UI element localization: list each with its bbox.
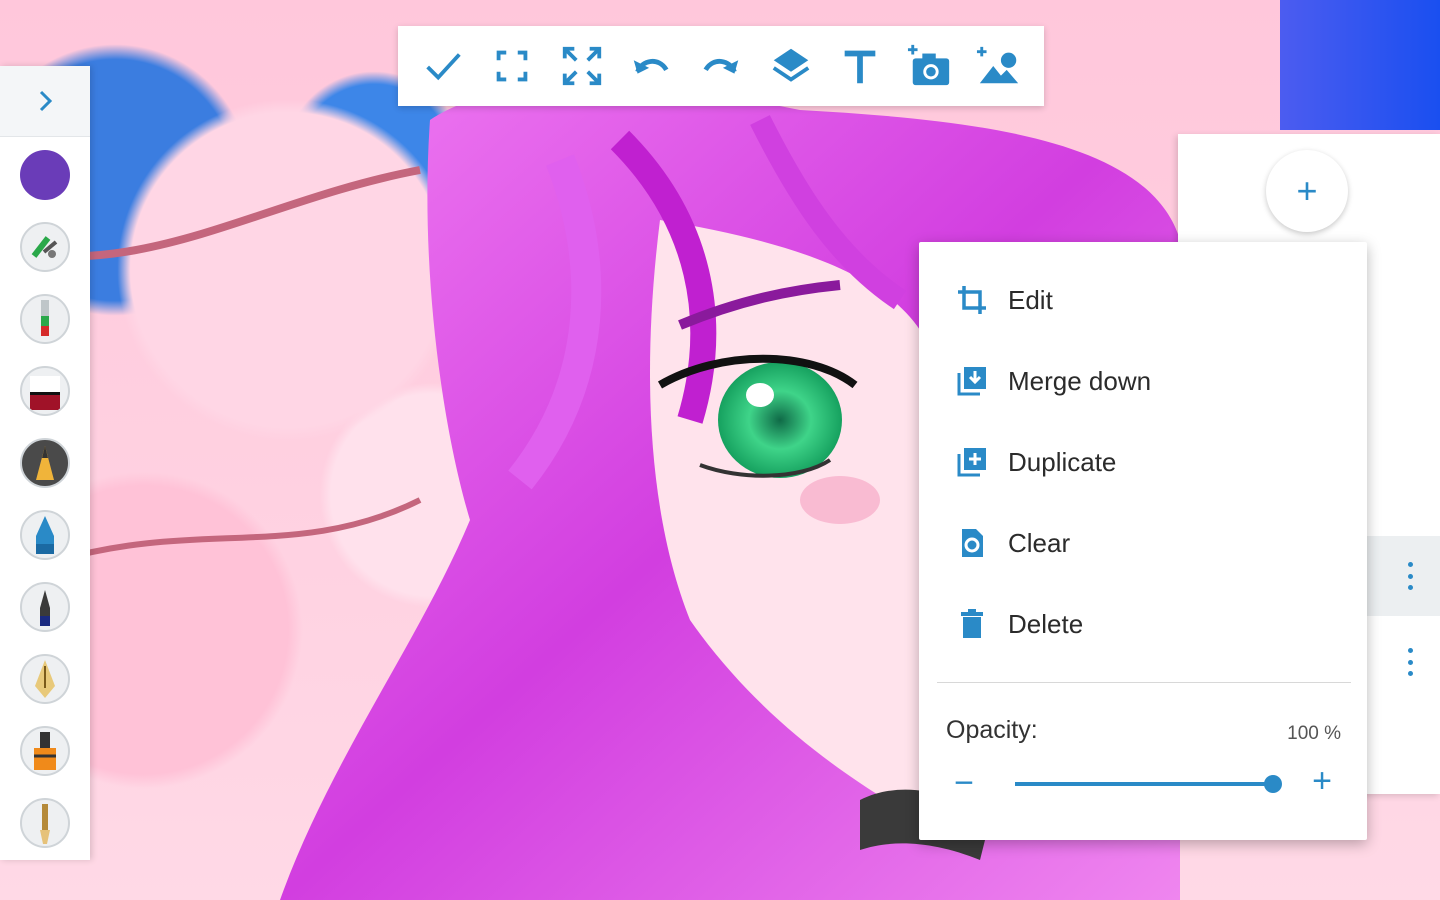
- add-photo-icon: [907, 44, 949, 86]
- add-photo-button[interactable]: [902, 38, 958, 94]
- brush-icon: [40, 804, 50, 844]
- menu-item-label: Duplicate: [1008, 446, 1117, 477]
- menu-item-label: Merge down: [1008, 365, 1152, 396]
- undo-button[interactable]: [623, 38, 679, 94]
- add-image-button[interactable]: [971, 38, 1027, 94]
- menu-item-merge-down[interactable]: Merge down: [919, 345, 1367, 417]
- ink-pen-icon: [40, 590, 50, 626]
- menu-item-label: Edit: [1008, 284, 1053, 315]
- color-picker[interactable]: [20, 150, 70, 200]
- fullscreen-icon: [562, 46, 602, 86]
- fountain-pen-tool[interactable]: [20, 654, 70, 704]
- pencil-icon: [36, 446, 54, 480]
- text-icon: [844, 50, 876, 84]
- menu-item-duplicate[interactable]: Duplicate: [919, 426, 1367, 498]
- merge-down-icon: [955, 364, 989, 398]
- opacity-slider-fill: [1015, 782, 1273, 786]
- opacity-slider-thumb[interactable]: [1264, 775, 1282, 793]
- redo-button[interactable]: [693, 38, 749, 94]
- layer-options-button[interactable]: [1404, 562, 1416, 590]
- opacity-value: 100 %: [1287, 723, 1341, 744]
- brush-tool[interactable]: [20, 798, 70, 848]
- airbrush-tool[interactable]: [20, 222, 70, 272]
- fullscreen-button[interactable]: [554, 38, 610, 94]
- top-toolbar: [398, 26, 1044, 106]
- layer-context-menu: Edit Merge down Duplicate Clear Delete O…: [919, 242, 1367, 840]
- fountain-pen-icon: [35, 660, 55, 698]
- highlighter-tool[interactable]: [20, 726, 70, 776]
- layers-button[interactable]: [763, 38, 819, 94]
- fill-brush-icon: [36, 516, 54, 554]
- text-button[interactable]: [832, 38, 888, 94]
- opacity-increase-button[interactable]: +: [1307, 762, 1337, 801]
- eraser-icon: [30, 376, 60, 410]
- crop-icon: [955, 283, 989, 317]
- confirm-button[interactable]: [415, 38, 471, 94]
- highlighter-icon: [34, 732, 56, 770]
- fit-screen-button[interactable]: [484, 38, 540, 94]
- layers-icon: [772, 48, 809, 82]
- eraser-tool[interactable]: [20, 366, 70, 416]
- add-layer-button[interactable]: +: [1266, 150, 1348, 232]
- clear-icon: [955, 526, 989, 560]
- add-layer-label: +: [1296, 170, 1318, 211]
- trash-icon: [955, 607, 989, 641]
- fill-brush-tool[interactable]: [20, 510, 70, 560]
- redo-icon: [703, 59, 739, 74]
- opacity-label: Opacity:: [946, 716, 1038, 744]
- menu-item-label: Delete: [1008, 608, 1084, 639]
- menu-item-edit[interactable]: Edit: [919, 264, 1367, 336]
- check-icon: [426, 53, 461, 81]
- fit-screen-icon: [496, 50, 528, 82]
- menu-divider: [937, 682, 1351, 683]
- pencil-tool[interactable]: [20, 438, 70, 488]
- opacity-decrease-button[interactable]: −: [949, 764, 979, 803]
- layer-options-button[interactable]: [1404, 648, 1416, 676]
- ink-pen-tool[interactable]: [20, 582, 70, 632]
- expand-rail-button[interactable]: [0, 66, 90, 137]
- opacity-slider[interactable]: [1015, 775, 1282, 793]
- menu-item-label: Clear: [1008, 527, 1071, 558]
- marker-tool[interactable]: [20, 294, 70, 344]
- chevron-right-icon: [39, 90, 53, 112]
- menu-item-clear[interactable]: Clear: [919, 507, 1367, 579]
- menu-item-delete[interactable]: Delete: [919, 588, 1367, 660]
- tool-rail: [0, 66, 90, 860]
- airbrush-icon: [31, 236, 58, 258]
- duplicate-icon: [955, 445, 989, 479]
- add-image-icon: [977, 46, 1019, 84]
- undo-icon: [634, 59, 669, 74]
- marker-icon: [41, 300, 49, 336]
